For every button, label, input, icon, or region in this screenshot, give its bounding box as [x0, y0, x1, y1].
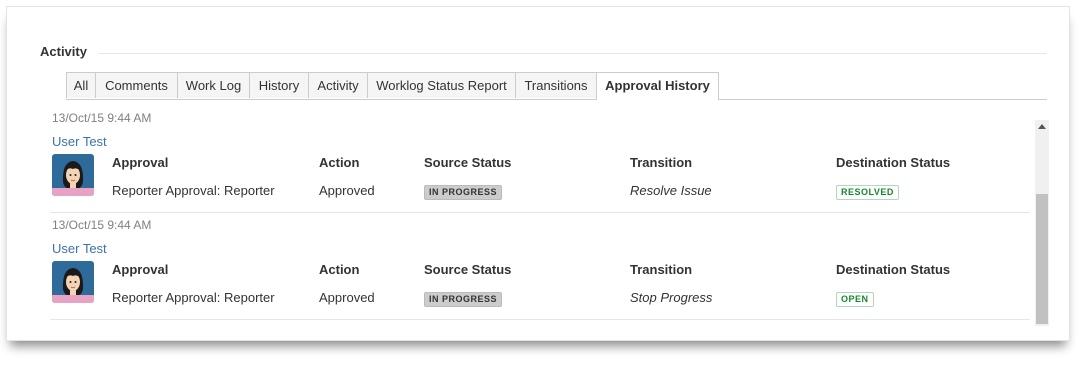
tab-worklog-status-report[interactable]: Worklog Status Report	[367, 72, 516, 98]
approval-history-list: 13/Oct/15 9:44 AM User Test Approval Act…	[50, 107, 1042, 321]
activity-heading: Activity	[40, 44, 87, 59]
tab-transitions[interactable]: Transitions	[515, 72, 597, 98]
approval-value: Reporter Approval: Reporter	[112, 290, 275, 305]
action-column-header: Action	[319, 262, 360, 277]
destination-status-column-header: Destination Status	[836, 262, 951, 277]
destination-status-column-header: Destination Status	[836, 155, 951, 170]
transition-value: Stop Progress	[630, 290, 713, 305]
scroll-up-icon[interactable]	[1038, 124, 1046, 129]
source-status-column-header: Source Status	[424, 155, 512, 170]
transition-column-header: Transition	[630, 262, 693, 277]
tab-approval-history[interactable]: Approval History	[596, 72, 719, 100]
heading-divider	[99, 53, 1047, 54]
action-value: Approved	[319, 183, 375, 198]
action-value: Approved	[319, 290, 375, 305]
action-column-header: Action	[319, 155, 360, 170]
tab-comments[interactable]: Comments	[95, 72, 178, 98]
activity-tabs: All Comments Work Log History Activity W…	[66, 72, 1047, 100]
destination-status-badge: OPEN	[836, 292, 874, 307]
entry-divider	[50, 319, 1030, 320]
user-link[interactable]: User Test	[52, 241, 107, 256]
transition-value: Resolve Issue	[630, 183, 712, 198]
scrollbar-thumb[interactable]	[1036, 194, 1048, 324]
source-status-badge: IN PROGRESS	[424, 292, 503, 307]
approval-column-header: Approval	[112, 262, 169, 277]
activity-panel: Activity All Comments Work Log History A…	[6, 6, 1070, 341]
approval-value: Reporter Approval: Reporter	[112, 183, 275, 198]
approval-entry: 13/Oct/15 9:44 AM User Test Approval Act…	[50, 107, 1042, 213]
tab-history[interactable]: History	[249, 72, 309, 98]
entry-date: 13/Oct/15 9:44 AM	[52, 218, 152, 232]
entry-date: 13/Oct/15 9:44 AM	[52, 111, 152, 125]
tab-work-log[interactable]: Work Log	[177, 72, 250, 98]
source-status-badge: IN PROGRESS	[424, 185, 503, 200]
user-avatar-icon[interactable]	[52, 261, 94, 303]
user-avatar-icon[interactable]	[52, 154, 94, 196]
user-link[interactable]: User Test	[52, 134, 107, 149]
destination-status-badge: RESOLVED	[836, 185, 899, 200]
entry-divider	[50, 212, 1030, 213]
approval-column-header: Approval	[112, 155, 169, 170]
tab-all[interactable]: All	[66, 72, 96, 98]
source-status-column-header: Source Status	[424, 262, 512, 277]
vertical-scrollbar[interactable]	[1035, 120, 1049, 326]
transition-column-header: Transition	[630, 155, 693, 170]
tab-activity[interactable]: Activity	[308, 72, 368, 98]
approval-entry: 13/Oct/15 9:44 AM User Test Approval Act…	[50, 214, 1042, 320]
